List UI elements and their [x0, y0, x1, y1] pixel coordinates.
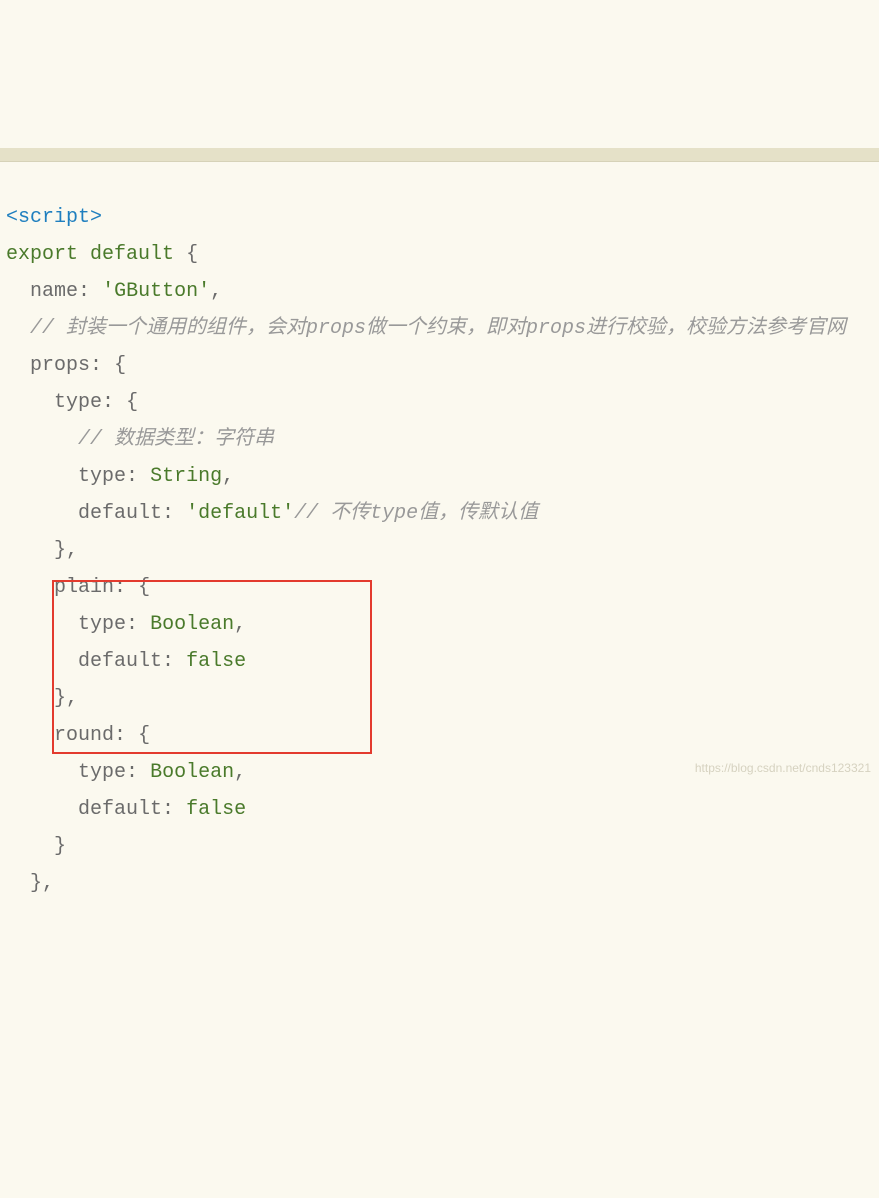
type-boolean-2: Boolean — [150, 761, 234, 784]
plain-default-key: default — [78, 650, 162, 673]
plain-type-key: type — [78, 613, 126, 636]
false-1: false — [186, 650, 246, 673]
inner-type-key: type — [78, 465, 126, 488]
comment-datatype: // 数据类型：字符串 — [78, 428, 274, 451]
script-open-tag: <script> — [6, 206, 102, 229]
type-key: type — [54, 391, 102, 414]
brace: { — [186, 243, 198, 266]
plain-key: plain — [54, 576, 114, 599]
default-str: 'default' — [186, 502, 294, 525]
round-type-key: type — [78, 761, 126, 784]
code-block: <script> export default { name: 'GButton… — [0, 199, 879, 902]
kw-export: export — [6, 243, 78, 266]
kw-default: default — [90, 243, 174, 266]
type-string: String — [150, 465, 222, 488]
type-boolean-1: Boolean — [150, 613, 234, 636]
name-val: 'GButton' — [102, 280, 210, 303]
props-key: props — [30, 354, 90, 377]
comment-main: // 封装一个通用的组件，会对props做一个约束，即对props进行校验，校验… — [30, 317, 846, 340]
editor-top-border — [0, 148, 879, 162]
name-key: name — [30, 280, 78, 303]
watermark-text: https://blog.csdn.net/cnds123321 — [695, 757, 871, 779]
default-key: default — [78, 502, 162, 525]
false-2: false — [186, 798, 246, 821]
comment-default: // 不传type值，传默认值 — [294, 502, 538, 525]
round-key: round — [54, 724, 114, 747]
round-default-key: default — [78, 798, 162, 821]
